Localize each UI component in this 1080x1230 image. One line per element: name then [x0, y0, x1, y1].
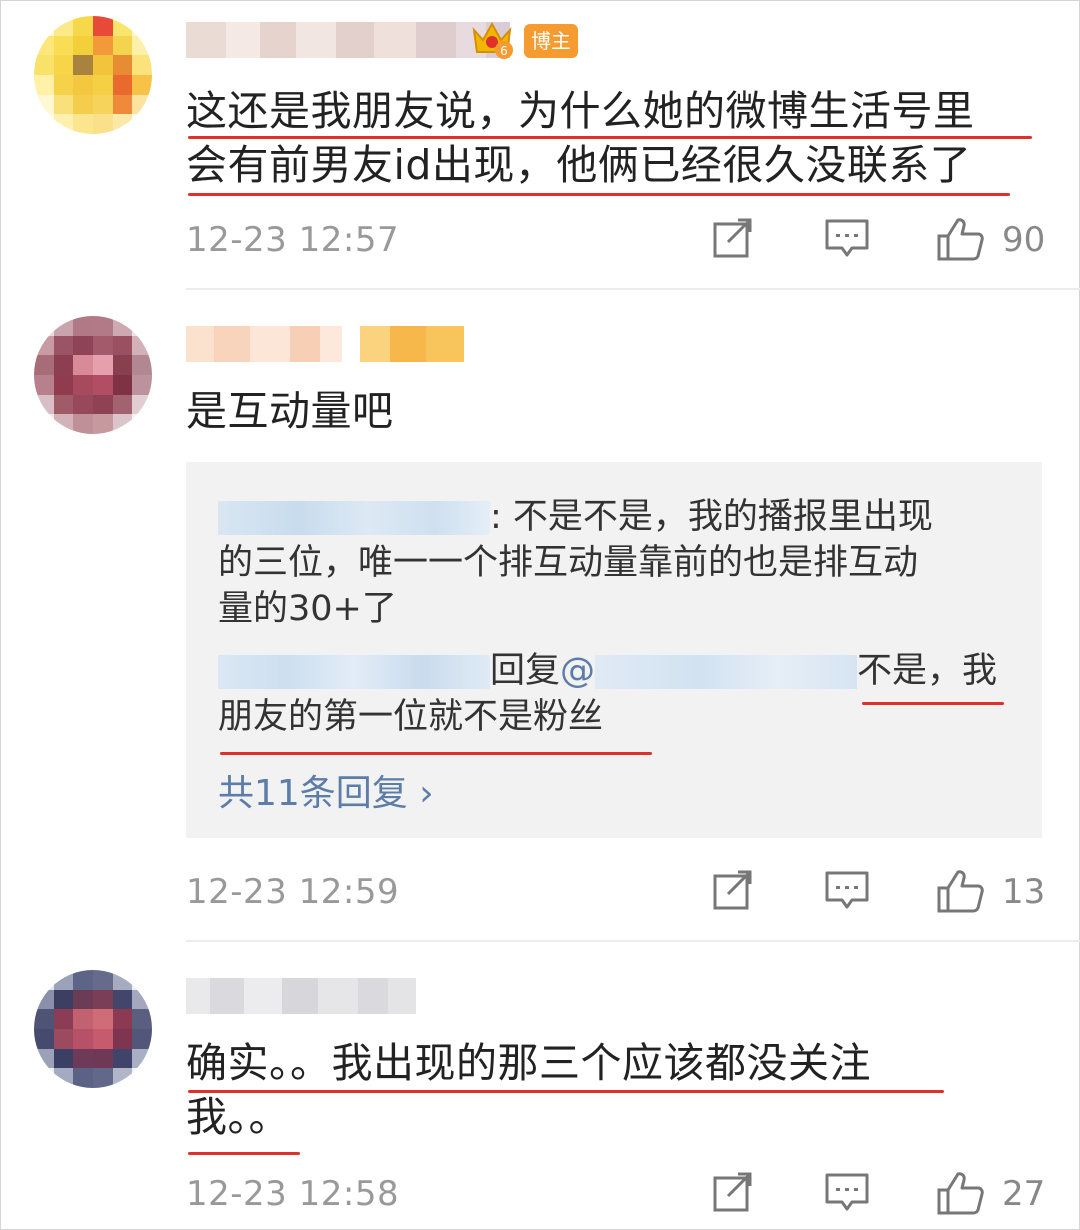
username-blurred[interactable]: [186, 326, 464, 362]
share-icon[interactable]: [712, 216, 756, 260]
comment-text: 我。。: [186, 1093, 290, 1141]
avatar[interactable]: [34, 16, 152, 134]
action-bar: 13: [0, 868, 1080, 916]
underline-annotation: [188, 1090, 944, 1093]
comment-text: 这还是我朋友说，为什么她的微博生活号里: [186, 87, 975, 135]
reply-text: 量的30+了: [218, 589, 397, 629]
mention-at[interactable]: @: [560, 651, 595, 691]
share-icon[interactable]: [712, 1170, 756, 1214]
comment-text: 会有前男友id出现，他俩已经很久没联系了: [186, 141, 972, 189]
avatar[interactable]: [34, 316, 152, 434]
reply-text: 朋友的第一位就不是粉丝: [218, 697, 604, 737]
like-count: 27: [1002, 1174, 1046, 1214]
underline-annotation: [188, 1152, 300, 1155]
comment-item: 6 博主 这还是我朋友说，为什么她的微博生活号里 会有前男友id出现，他俩已经很…: [0, 0, 1080, 290]
reply-text: : 不是不是，我的播报里出现: [218, 494, 933, 540]
comment-icon[interactable]: [824, 1170, 870, 1214]
comment-icon[interactable]: [824, 216, 870, 260]
crown-icon: 6: [470, 16, 514, 60]
reply-text-part: : 不是不是，我的播报里出现: [490, 497, 933, 537]
like-icon[interactable]: [936, 1170, 984, 1216]
underline-annotation: [220, 752, 652, 755]
username-blurred[interactable]: [218, 501, 490, 535]
comment-icon[interactable]: [824, 868, 870, 912]
blogger-badge: 博主: [524, 24, 578, 58]
username-blurred[interactable]: [186, 978, 416, 1014]
mention-blurred[interactable]: [595, 655, 858, 689]
comment-text: 确实。。我出现的那三个应该都没关注: [186, 1039, 871, 1087]
comment-text: 是互动量吧: [186, 387, 394, 435]
action-bar: 90: [0, 216, 1080, 264]
underline-annotation: [188, 193, 1010, 196]
username-blurred[interactable]: [186, 22, 510, 58]
svg-text:6: 6: [500, 44, 508, 58]
reply-text: 的三位，唯一一个排互动量靠前的也是排互动: [218, 543, 919, 583]
avatar[interactable]: [34, 970, 152, 1088]
more-replies-link[interactable]: 共11条回复 ›: [218, 764, 434, 816]
reply-thread[interactable]: : 不是不是，我的播报里出现 的三位，唯一一个排互动量靠前的也是排互动 量的30…: [186, 462, 1042, 838]
like-count: 90: [1002, 220, 1046, 260]
like-icon[interactable]: [936, 216, 984, 262]
action-bar: 27: [0, 1170, 1080, 1218]
like-icon[interactable]: [936, 868, 984, 914]
reply-label: 回复: [490, 651, 561, 691]
username-blurred[interactable]: [218, 655, 490, 689]
divider: [186, 940, 1080, 942]
divider: [186, 288, 1080, 290]
share-icon[interactable]: [712, 868, 756, 912]
reply-text: 回复@ 不是，我: [218, 648, 997, 694]
like-count: 13: [1002, 872, 1046, 912]
underline-annotation: [862, 702, 1004, 705]
reply-text-part: 不是，我: [857, 651, 998, 691]
